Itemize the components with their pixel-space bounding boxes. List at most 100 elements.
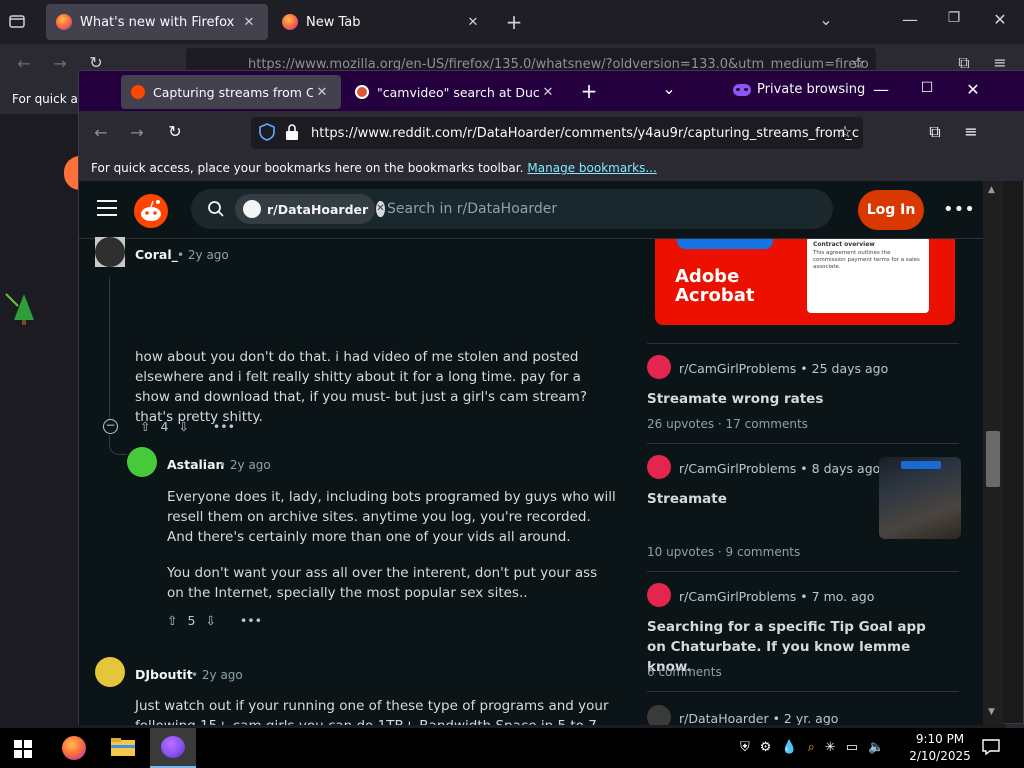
- lock-icon[interactable]: [285, 123, 301, 141]
- comment-time: • 2y ago: [177, 248, 229, 262]
- related-post-meta[interactable]: r/CamGirlProblems • 7 mo. ago: [679, 589, 874, 604]
- minimize-icon[interactable]: —: [871, 80, 891, 99]
- tab-duckduckgo-search[interactable]: "camvideo" search at DuckDuck ✕: [345, 75, 567, 109]
- scroll-up-arrow-icon[interactable]: ▲: [988, 185, 995, 195]
- hamburger-menu-icon[interactable]: [97, 199, 117, 217]
- clear-chip-icon[interactable]: ✕: [376, 201, 385, 217]
- private-window-taskbar-icon[interactable]: [150, 728, 196, 768]
- collapse-icon[interactable]: −: [103, 419, 118, 434]
- network-icon[interactable]: ▭: [846, 740, 858, 755]
- close-icon[interactable]: ✕: [240, 15, 258, 30]
- windows-start-icon[interactable]: [14, 740, 32, 758]
- comment-author[interactable]: Coral_: [135, 247, 178, 262]
- search-tray-icon[interactable]: ⌕: [808, 740, 815, 755]
- close-icon[interactable]: ✕: [313, 85, 331, 100]
- subreddit-chip-label: r/DataHoarder: [267, 201, 369, 217]
- tab-capturing-streams[interactable]: Capturing streams from Chatur ✕: [121, 75, 341, 109]
- related-post-title[interactable]: Streamate wrong rates: [647, 389, 823, 409]
- scrollbar-thumb[interactable]: [986, 431, 1000, 487]
- tracking-protection-shield-icon[interactable]: [259, 123, 277, 141]
- subreddit-icon[interactable]: [647, 705, 671, 725]
- subreddit-icon[interactable]: [647, 583, 671, 607]
- login-button[interactable]: Log In: [858, 190, 924, 230]
- related-post-meta[interactable]: r/CamGirlProblems • 25 days ago: [679, 361, 888, 376]
- page-scrollbar[interactable]: ▲ ▼: [983, 181, 1003, 725]
- subreddit-icon[interactable]: [647, 355, 671, 379]
- menu-icon[interactable]: ≡: [961, 122, 981, 141]
- close-icon[interactable]: ✕: [539, 85, 557, 100]
- more-icon[interactable]: •••: [213, 419, 235, 434]
- maximize-icon[interactable]: ☐: [917, 80, 937, 96]
- avatar[interactable]: [95, 237, 125, 267]
- file-explorer-icon[interactable]: [110, 736, 136, 758]
- background-tab-bar: What's new with Firefox ✕ New Tab ✕ + ⌄ …: [0, 0, 1024, 44]
- ad-card-text: This agreement outlines the commission p…: [813, 250, 920, 270]
- minimize-icon[interactable]: —: [900, 10, 920, 29]
- restore-icon[interactable]: ❐: [944, 10, 964, 26]
- taskbar-clock[interactable]: 9:10 PM 2/10/2025: [904, 731, 976, 765]
- comment-body: how about you don't do that. i had video…: [135, 349, 587, 425]
- tab-new-tab[interactable]: New Tab ✕: [272, 4, 492, 40]
- post-thumbnail[interactable]: [879, 457, 961, 539]
- upvote-icon[interactable]: ⇧: [167, 613, 177, 628]
- notifications-icon[interactable]: [982, 738, 1000, 756]
- reload-icon[interactable]: ↻: [165, 122, 185, 141]
- volume-icon[interactable]: 🔈: [868, 740, 884, 755]
- chevron-down-icon[interactable]: ⌄: [659, 79, 679, 98]
- close-icon[interactable]: ✕: [464, 15, 482, 30]
- comment-body-paragraph: You don't want your ass all over the int…: [167, 565, 598, 601]
- network-share-icon[interactable]: ⚙: [760, 740, 772, 755]
- reddit-header: r/DataHoarder ✕ Search in r/DataHoarder …: [79, 181, 983, 239]
- manage-bookmarks-link[interactable]: Manage bookmarks...: [527, 161, 656, 175]
- divider: [647, 571, 959, 572]
- extensions-icon[interactable]: ⧉: [925, 122, 945, 142]
- bookmark-star-icon[interactable]: ☆: [835, 122, 855, 141]
- firefox-taskbar-icon[interactable]: [60, 734, 88, 762]
- vote-count: 4: [160, 419, 169, 434]
- more-options-icon[interactable]: •••: [943, 199, 975, 220]
- tab-title: New Tab: [306, 14, 361, 30]
- avatar[interactable]: [127, 447, 157, 477]
- bookmarks-hint: For quick access, place your bookmarks h…: [91, 161, 524, 175]
- ad-button[interactable]: [677, 239, 773, 249]
- downvote-icon[interactable]: ⇩: [205, 613, 215, 628]
- back-icon[interactable]: ←: [14, 54, 34, 73]
- avatar[interactable]: [95, 657, 125, 687]
- tab-list-icon[interactable]: [8, 12, 32, 30]
- sparkle-icon[interactable]: ✳: [825, 740, 836, 755]
- related-post-title[interactable]: Streamate: [647, 489, 727, 509]
- adobe-acrobat-ad[interactable]: Adobe Acrobat Contract overview This agr…: [655, 239, 955, 325]
- url-bar[interactable]: https://www.reddit.com/r/DataHoarder/com…: [251, 117, 863, 149]
- water-drop-icon[interactable]: 💧: [781, 740, 797, 755]
- security-icon[interactable]: ⛨: [740, 740, 750, 755]
- search-placeholder[interactable]: Search in r/DataHoarder: [387, 201, 557, 217]
- comment-actions: ⇧ 5 ⇩ •••: [167, 613, 262, 628]
- forward-icon[interactable]: →: [127, 123, 147, 142]
- close-window-icon[interactable]: ✕: [990, 10, 1010, 29]
- reddit-search-bar[interactable]: r/DataHoarder ✕ Search in r/DataHoarder: [191, 189, 833, 229]
- scroll-down-arrow-icon[interactable]: ▼: [988, 707, 995, 717]
- forward-icon[interactable]: →: [50, 54, 70, 73]
- subreddit-icon[interactable]: [647, 455, 671, 479]
- tab-title: Capturing streams from Chatur: [153, 84, 313, 100]
- private-browsing-indicator: Private browsing: [733, 82, 865, 97]
- upvote-icon[interactable]: ⇧: [140, 419, 150, 434]
- chevron-down-icon[interactable]: ⌄: [816, 10, 836, 29]
- divider: [647, 343, 959, 344]
- downvote-icon[interactable]: ⇩: [178, 419, 188, 434]
- related-post-meta[interactable]: r/DataHoarder • 2 yr. ago: [679, 711, 838, 725]
- subreddit-filter-chip[interactable]: r/DataHoarder ✕: [235, 194, 385, 224]
- thread-line: [109, 277, 110, 419]
- close-window-icon[interactable]: ✕: [963, 80, 983, 99]
- back-icon[interactable]: ←: [91, 123, 111, 142]
- tab-whats-new[interactable]: What's new with Firefox ✕: [46, 4, 268, 40]
- more-icon[interactable]: •••: [240, 613, 262, 628]
- new-tab-icon[interactable]: +: [579, 79, 599, 103]
- private-browsing-window: Capturing streams from Chatur ✕ "camvide…: [78, 70, 1024, 725]
- comment-author[interactable]: Astalian: [167, 457, 224, 472]
- reddit-logo-icon[interactable]: [134, 194, 168, 228]
- related-post-meta[interactable]: r/CamGirlProblems • 8 days ago: [679, 461, 880, 476]
- new-tab-icon[interactable]: +: [504, 10, 524, 34]
- comment-author[interactable]: DJboutit: [135, 667, 193, 682]
- tab-title: "camvideo" search at DuckDuck: [377, 84, 539, 100]
